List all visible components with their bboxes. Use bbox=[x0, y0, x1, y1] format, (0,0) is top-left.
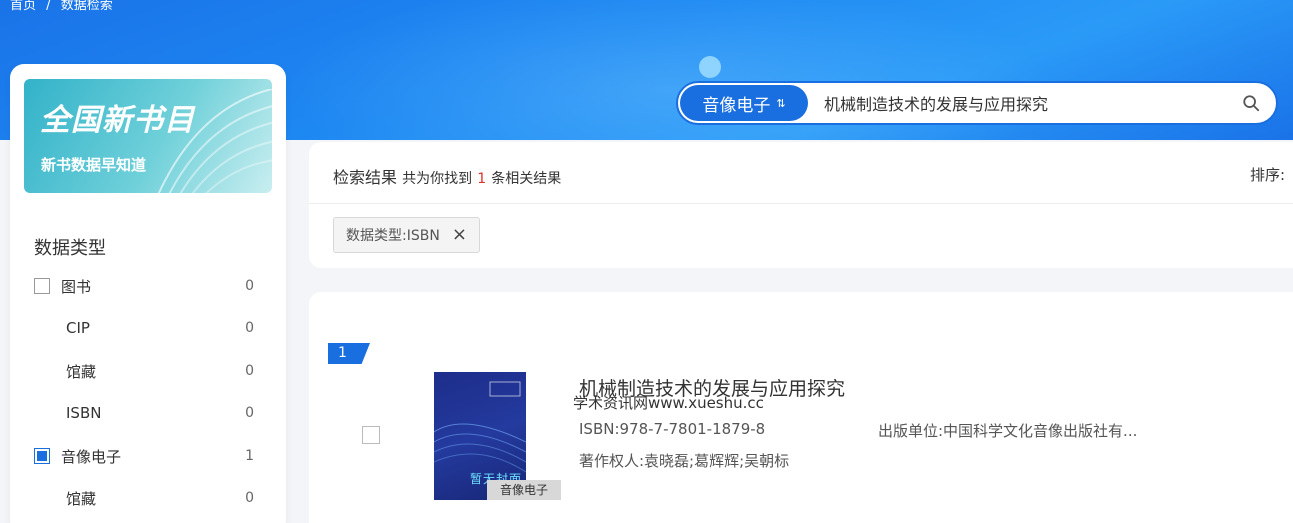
filter-count: 1 bbox=[245, 448, 254, 464]
rank-badge: 1 bbox=[328, 343, 370, 364]
promo-banner[interactable]: 全国新书目 新书数据早知道 bbox=[24, 79, 272, 193]
tag-label: 数据类型:ISBN bbox=[346, 228, 440, 244]
filter-count: 0 bbox=[245, 320, 254, 336]
active-filter-tag: 数据类型:ISBN × bbox=[333, 217, 480, 253]
result-header: 检索结果 共为你找到 1 条相关结果 排序: 数据类型:ISBN × bbox=[309, 142, 1293, 268]
filter-label: ISBN bbox=[66, 404, 102, 422]
filter-item-cip[interactable]: CIP 0 bbox=[34, 316, 254, 340]
result-title: 检索结果 bbox=[333, 168, 398, 187]
filter-panel: 全国新书目 新书数据早知道 数据类型 图书 0 CIP 0 馆藏 0 ISBN … bbox=[10, 64, 286, 523]
item-isbn: ISBN:978-7-7801-1879-8 bbox=[579, 420, 766, 438]
breadcrumb-current: 数据检索 bbox=[60, 0, 113, 13]
item-authors: 著作权人:袁晓磊;葛辉辉;吴朝标 bbox=[579, 452, 790, 470]
filter-item-av-collection[interactable]: 馆藏 0 bbox=[34, 486, 254, 510]
divider bbox=[309, 203, 1293, 204]
filter-item-audiovisual[interactable]: 音像电子 1 bbox=[34, 444, 254, 468]
filter-label: 图书 bbox=[61, 277, 92, 296]
filter-label: 馆藏 bbox=[66, 489, 97, 508]
result-list: 1 暂无封面 音像电子 机械制造技术的发展与应用探究 学术资讯网www.xues… bbox=[309, 292, 1293, 523]
media-type-badge: 音像电子 bbox=[487, 480, 561, 500]
filter-item-books[interactable]: 图书 0 bbox=[34, 274, 254, 298]
close-icon[interactable]: × bbox=[452, 226, 467, 244]
filter-item-isbn[interactable]: ISBN 0 bbox=[34, 401, 254, 425]
filter-count: 0 bbox=[245, 278, 254, 294]
watermark-text: 学术资讯网www.xueshu.cc bbox=[573, 394, 764, 412]
search-input[interactable] bbox=[824, 93, 1224, 113]
search-box: 音像电子 ⇅ bbox=[676, 81, 1278, 125]
item-publisher: 出版单位:中国科学文化音像出版社有... bbox=[878, 422, 1138, 440]
search-icon[interactable] bbox=[1242, 94, 1260, 112]
sort-label[interactable]: 排序: bbox=[1250, 164, 1285, 185]
filter-title: 数据类型 bbox=[34, 238, 106, 259]
breadcrumb-separator: / bbox=[46, 0, 51, 13]
decorative-dot bbox=[699, 56, 721, 78]
result-count: 1 bbox=[477, 171, 487, 187]
search-type-selector[interactable]: 音像电子 ⇅ bbox=[680, 85, 808, 121]
row-checkbox[interactable] bbox=[362, 426, 380, 444]
filter-label: 馆藏 bbox=[66, 362, 97, 381]
swap-icon: ⇅ bbox=[776, 96, 786, 110]
result-suffix: 条相关结果 bbox=[491, 171, 562, 187]
checkbox-checked[interactable] bbox=[34, 448, 50, 464]
search-type-label: 音像电子 bbox=[702, 95, 771, 116]
promo-logo: 全国新书目 bbox=[40, 103, 195, 138]
checkbox[interactable] bbox=[34, 278, 50, 294]
promo-tagline: 新书数据早知道 bbox=[41, 156, 147, 174]
breadcrumb-home[interactable]: 首页 bbox=[10, 0, 36, 13]
filter-item-collection[interactable]: 馆藏 0 bbox=[34, 359, 254, 383]
result-summary: 检索结果 共为你找到 1 条相关结果 bbox=[333, 164, 561, 188]
filter-label: CIP bbox=[66, 319, 90, 337]
filter-count: 0 bbox=[245, 490, 254, 506]
result-prefix: 共为你找到 bbox=[402, 171, 473, 187]
filter-label: 音像电子 bbox=[61, 447, 122, 466]
breadcrumb: 首页 / 数据检索 bbox=[10, 0, 119, 13]
filter-count: 0 bbox=[245, 405, 254, 421]
filter-count: 0 bbox=[245, 363, 254, 379]
